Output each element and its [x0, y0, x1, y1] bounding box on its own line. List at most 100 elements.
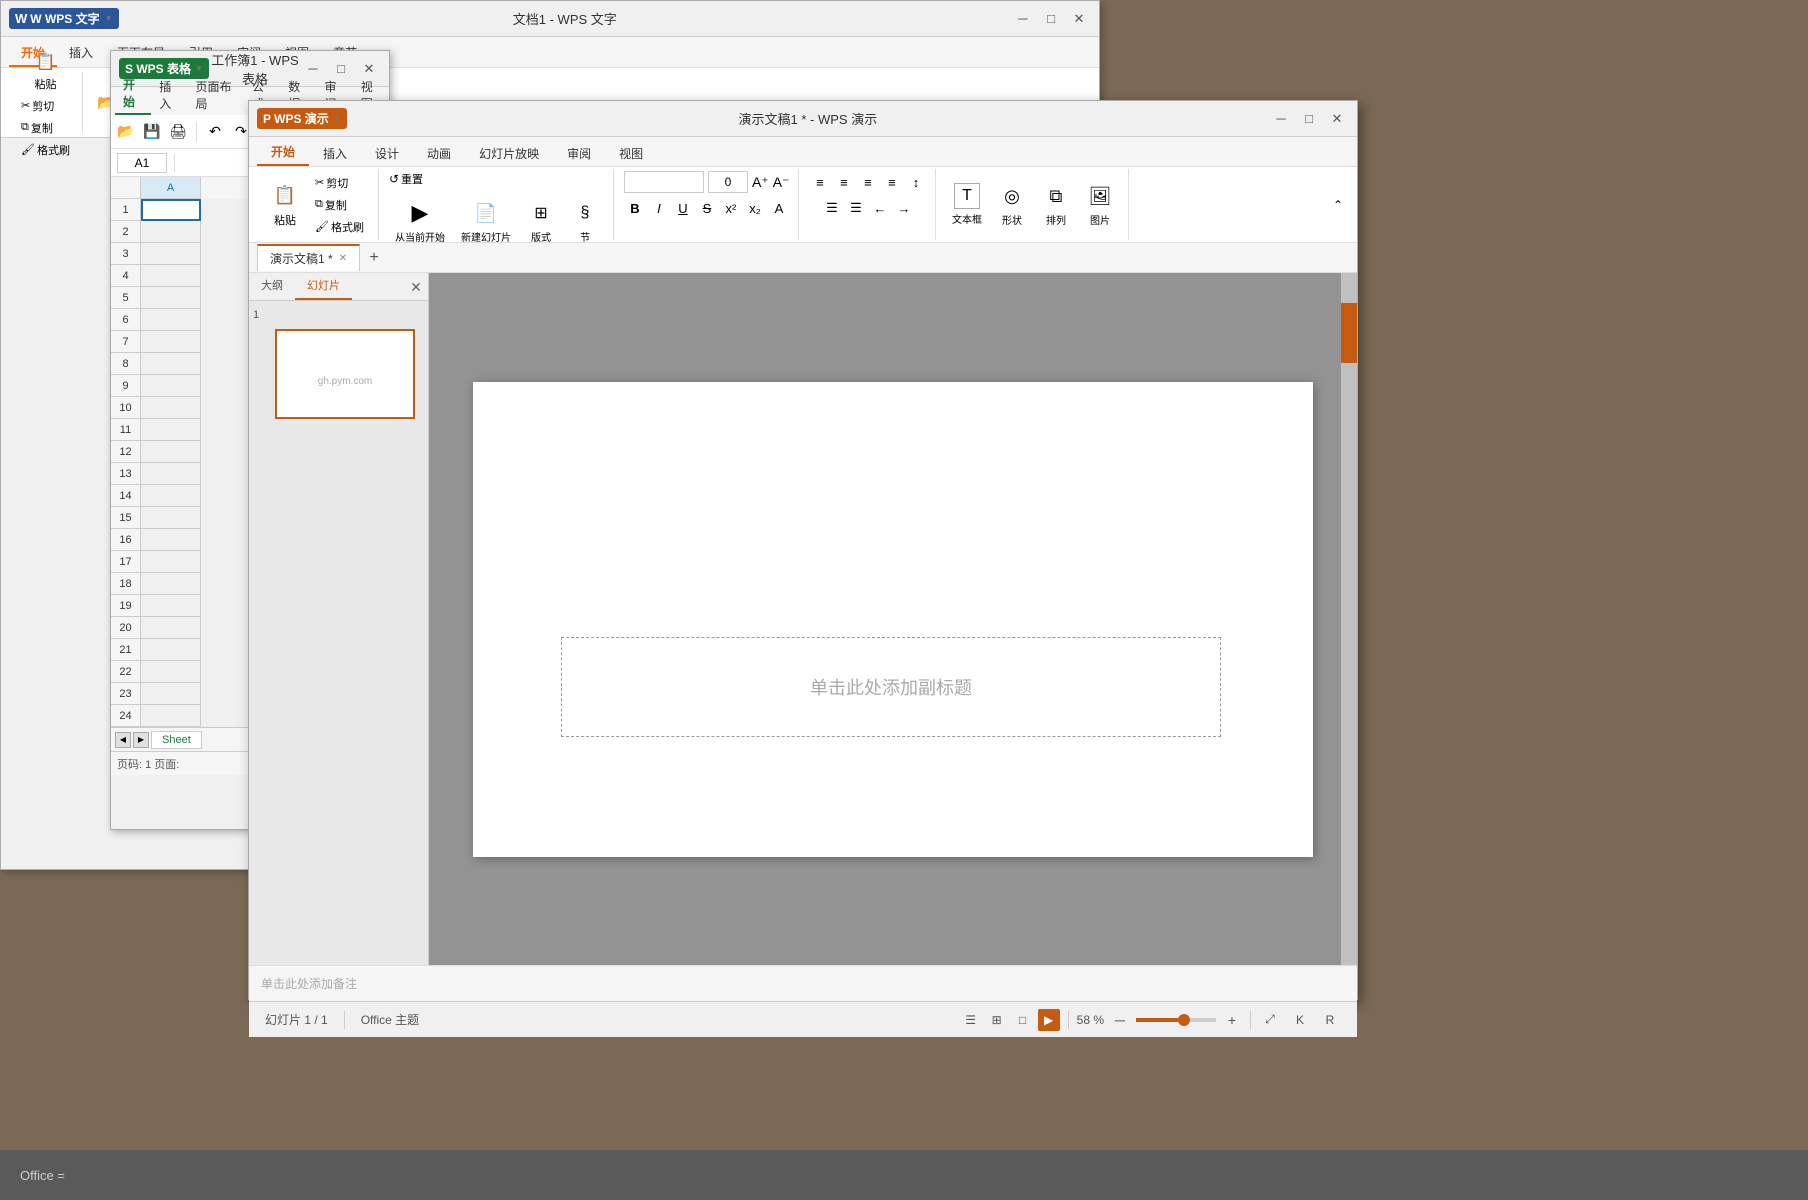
ppt-format-painter-btn[interactable]: 🖌 格式刷 [309, 217, 370, 237]
ppt-super-btn[interactable]: x₂ [744, 197, 766, 219]
cell-a3[interactable] [141, 243, 201, 265]
cell-a2[interactable] [141, 221, 201, 243]
ppt-textframe-btn[interactable]: T 文本框 [946, 179, 988, 230]
cell-a21[interactable] [141, 639, 201, 661]
cell-a7[interactable] [141, 331, 201, 353]
cell-a6[interactable] [141, 309, 201, 331]
cell-a8[interactable] [141, 353, 201, 375]
ppt-indent-more-btn[interactable]: → [893, 197, 915, 219]
cell-a13[interactable] [141, 463, 201, 485]
sheet-tab-sheet1[interactable]: Sheet [151, 731, 202, 749]
sheet-col-a[interactable]: A [141, 177, 201, 199]
ppt-font-size-input[interactable] [708, 171, 748, 193]
cell-a23[interactable] [141, 683, 201, 705]
ppt-close-btn[interactable]: ✕ [1325, 107, 1349, 131]
cell-a19[interactable] [141, 595, 201, 617]
ppt-maximize-btn[interactable]: □ [1297, 107, 1321, 131]
ppt-fit-page-icon[interactable]: ⤢ [1259, 1009, 1281, 1031]
writer-maximize-btn[interactable]: □ [1039, 7, 1063, 31]
ppt-zoom-out-btn[interactable]: ─ [1110, 1010, 1130, 1030]
slide-panel-tab-slides[interactable]: 幻灯片 [295, 273, 352, 300]
ppt-justify-btn[interactable]: ≡ [881, 171, 903, 193]
writer-tab-insert[interactable]: 插入 [57, 40, 105, 67]
ppt-tab-start[interactable]: 开始 [257, 139, 309, 166]
ppt-copy-btn[interactable]: ⧉ 复制 [309, 195, 370, 215]
ppt-subtitle-placeholder[interactable]: 单击此处添加副标题 [561, 637, 1221, 737]
ppt-note-area[interactable]: 单击此处添加备注 [249, 965, 1357, 1001]
ppt-section-btn[interactable]: § 节 [565, 195, 605, 248]
writer-format-painter-btn[interactable]: 🖌 格式刷 [17, 140, 74, 160]
cell-a10[interactable] [141, 397, 201, 419]
slide-panel-close-btn[interactable]: ✕ [404, 275, 428, 299]
sheet-open-icon[interactable]: 📂 [115, 121, 137, 143]
slide-panel-tab-outline[interactable]: 大纲 [249, 273, 295, 300]
ppt-view-slide-icon[interactable]: ⊞ [986, 1009, 1008, 1031]
ppt-arrange-btn[interactable]: ⧉ 排列 [1036, 178, 1076, 231]
ppt-add-tab-btn[interactable]: + [362, 246, 386, 270]
ppt-align-left-btn[interactable]: ≡ [809, 171, 831, 193]
ppt-font-name-input[interactable] [624, 171, 704, 193]
ppt-tab-slideshow[interactable]: 幻灯片放映 [465, 141, 553, 166]
ppt-ribbon-collapse-icon[interactable]: ⌃ [1327, 194, 1349, 216]
ppt-zoom-slider-thumb[interactable] [1178, 1014, 1190, 1026]
writer-logo[interactable]: W W WPS 文字 ▼ [9, 8, 119, 29]
cell-a17[interactable] [141, 551, 201, 573]
ppt-tab-close-btn[interactable]: ✕ [339, 253, 347, 264]
sheet-tab-start[interactable]: 开始 [115, 73, 151, 115]
ppt-layout-btn[interactable]: ⊞ 版式 [521, 195, 561, 248]
ppt-italic-btn[interactable]: I [648, 197, 670, 219]
cell-a4[interactable] [141, 265, 201, 287]
ppt-logo[interactable]: P WPS 演示 ▼ [257, 108, 347, 129]
ppt-extra-icon2[interactable]: R [1319, 1009, 1341, 1031]
cell-a24[interactable] [141, 705, 201, 727]
sheet-save-icon[interactable]: 💾 [141, 121, 163, 143]
ppt-align-center-btn[interactable]: ≡ [833, 171, 855, 193]
ppt-view-reading-icon[interactable]: □ [1012, 1009, 1034, 1031]
writer-minimize-btn[interactable]: ─ [1011, 7, 1035, 31]
cell-a1[interactable] [141, 199, 201, 221]
sheet-tab-insert[interactable]: 插入 [151, 75, 187, 115]
ppt-align-right-btn[interactable]: ≡ [857, 171, 879, 193]
ppt-sub-btn[interactable]: x² [720, 197, 742, 219]
ppt-minimize-btn[interactable]: ─ [1269, 107, 1293, 131]
cell-a12[interactable] [141, 441, 201, 463]
ppt-font-color-btn[interactable]: A [768, 197, 790, 219]
ppt-bullets-btn[interactable]: ☰ [821, 197, 843, 219]
ppt-zoom-in-btn[interactable]: + [1222, 1010, 1242, 1030]
cell-a14[interactable] [141, 485, 201, 507]
ppt-tab-design[interactable]: 设计 [361, 141, 413, 166]
ppt-tab-review[interactable]: 审阅 [553, 141, 605, 166]
ppt-tab-animation[interactable]: 动画 [413, 141, 465, 166]
cell-a5[interactable] [141, 287, 201, 309]
ppt-font-dec-icon[interactable]: A⁻ [773, 174, 790, 191]
ppt-tab-insert[interactable]: 插入 [309, 141, 361, 166]
sheet-undo-icon[interactable]: ↶ [204, 121, 226, 143]
ppt-from-start-btn[interactable]: ▶ 从当前开始 [389, 195, 451, 248]
ppt-image-btn[interactable]: 🖼 图片 [1080, 178, 1120, 231]
ppt-strike-btn[interactable]: S [696, 197, 718, 219]
sheet-tab-layout[interactable]: 页面布局 [188, 75, 244, 115]
ppt-tab-view[interactable]: 视图 [605, 141, 657, 166]
sheet-scroll-left-btn[interactable]: ◀ [115, 732, 131, 748]
ppt-font-inc-icon[interactable]: A⁺ [752, 174, 769, 191]
sheet-scroll-right-btn[interactable]: ▶ [133, 732, 149, 748]
ppt-indent-less-btn[interactable]: ← [869, 197, 891, 219]
ppt-underline-btn[interactable]: U [672, 197, 694, 219]
ppt-view-normal-icon[interactable]: ☰ [960, 1009, 982, 1031]
cell-a9[interactable] [141, 375, 201, 397]
ppt-vscrollbar[interactable] [1341, 273, 1357, 965]
ppt-vscroll-thumb[interactable] [1341, 303, 1357, 363]
ppt-cut-btn[interactable]: ✂ 剪切 [309, 173, 370, 193]
sheet-cell-ref[interactable]: A1 [117, 153, 167, 173]
writer-paste-btn[interactable]: 📋 粘贴 [27, 46, 63, 96]
cell-a22[interactable] [141, 661, 201, 683]
ppt-bold-btn[interactable]: B [624, 197, 646, 219]
cell-a11[interactable] [141, 419, 201, 441]
sheet-print-icon[interactable]: 🖨 [167, 121, 189, 143]
ppt-view-slideshow-icon[interactable]: ▶ [1038, 1009, 1060, 1031]
slide-thumbnail-1[interactable]: gh.pym.com [275, 329, 415, 419]
ppt-zoom-slider[interactable] [1136, 1018, 1216, 1022]
ppt-reset-label[interactable]: 重置 [401, 171, 423, 187]
ppt-new-slide-btn[interactable]: 📄 新建幻灯片 [455, 195, 517, 248]
ppt-doc-tab[interactable]: 演示文稿1 * ✕ [257, 244, 360, 271]
